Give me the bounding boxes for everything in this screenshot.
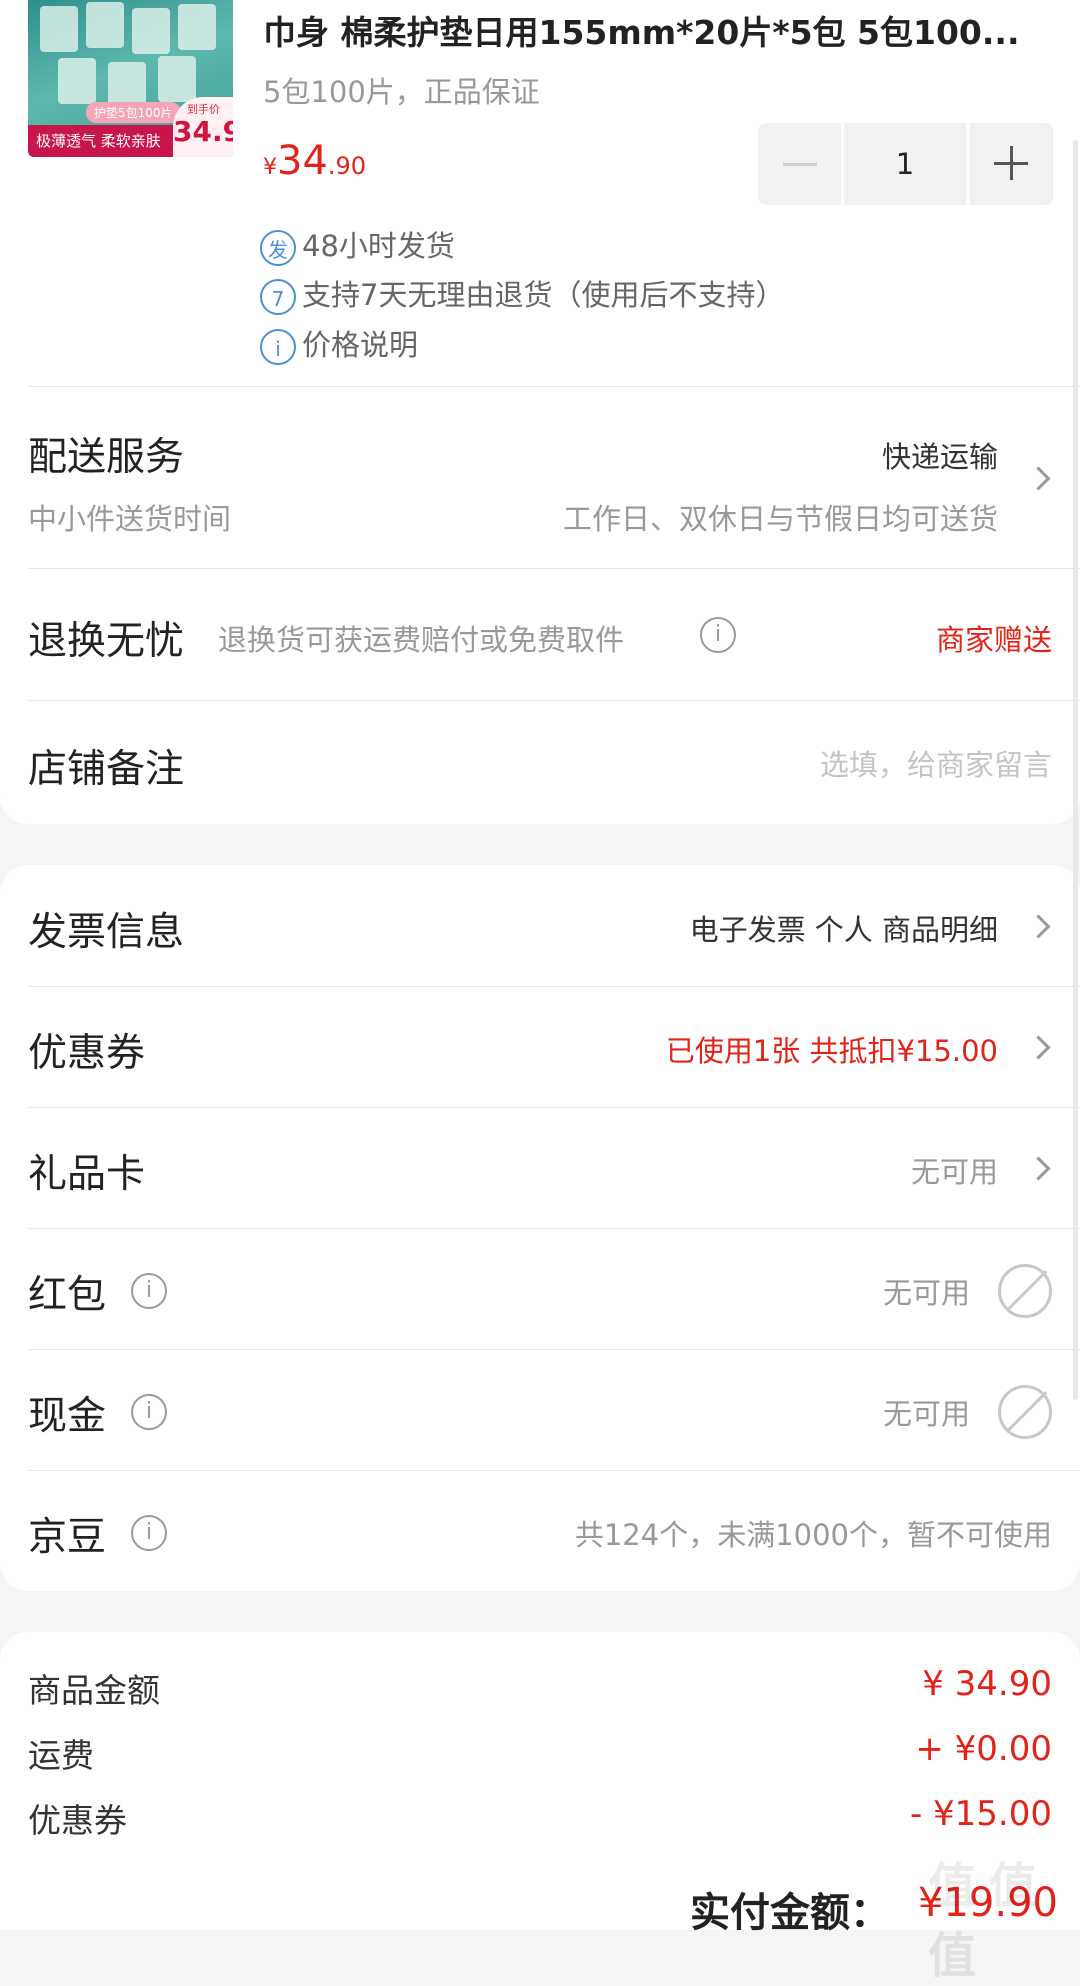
info-icon: i — [260, 329, 296, 365]
delivery-sub-label: 中小件送货时间 — [28, 502, 232, 536]
gift-card-label: 礼品卡 — [28, 1152, 146, 1197]
invoice-label: 发票信息 — [28, 910, 185, 955]
cash-label: 现金 — [28, 1394, 107, 1439]
product-price: ¥34.90 — [263, 138, 367, 184]
coupon-value[interactable]: 已使用1张 共抵扣¥15.00 — [666, 1028, 998, 1070]
store-note-label: 店铺备注 — [28, 747, 185, 792]
red-packet-value: 无可用 — [882, 1276, 970, 1310]
store-note-input[interactable]: 选填，给商家留言 — [820, 742, 1052, 784]
chevron-right-icon[interactable] — [1026, 1156, 1051, 1181]
summary-label: 优惠券 — [28, 1801, 127, 1840]
product-subtitle: 5包100片，正品保证 — [263, 75, 540, 109]
return-worry-free-value[interactable]: 商家赠送 — [936, 617, 1052, 659]
chevron-right-icon[interactable] — [1026, 914, 1051, 939]
info-icon[interactable]: i — [700, 617, 736, 653]
jd-beans-label: 京豆 — [28, 1515, 107, 1560]
image-pill-text: 护垫5包100片 — [86, 102, 181, 123]
chevron-right-icon[interactable] — [1026, 466, 1051, 491]
watermark: 值 值 值 — [928, 1858, 1037, 1984]
summary-label: 商品金额 — [28, 1671, 160, 1710]
image-price-tag: 到手价 34.9 — [173, 97, 233, 157]
increase-quantity-button[interactable] — [970, 123, 1053, 205]
jd-beans-value: 共124个，未满1000个，暂不可使用 — [574, 1518, 1052, 1552]
payment-options-card: 发票信息 电子发票 个人 商品明细 优惠券 已使用1张 共抵扣¥15.00 礼品… — [0, 865, 1080, 1591]
info-icon[interactable]: i — [131, 1515, 167, 1551]
coupon-label: 优惠券 — [28, 1031, 146, 1076]
decrease-quantity-button[interactable] — [758, 123, 841, 205]
product-title[interactable]: 巾身 棉柔护垫日用155mm*20片*5包 5包100... — [263, 6, 1053, 54]
chevron-right-icon[interactable] — [1026, 1035, 1051, 1060]
unavailable-icon — [998, 1385, 1052, 1439]
quantity-value[interactable]: 1 — [844, 123, 966, 205]
info-icon[interactable]: i — [131, 1273, 167, 1309]
scrollbar[interactable] — [1073, 140, 1078, 1400]
service-item-price-note[interactable]: i 价格说明 — [260, 322, 418, 365]
delivery-label: 配送服务 — [28, 435, 185, 480]
service-item-return: 7 支持7天无理由退货（使用后不支持） — [260, 272, 784, 315]
image-bar-text: 极薄透气 柔软亲肤 — [28, 125, 178, 157]
gift-card-value[interactable]: 无可用 — [911, 1149, 998, 1191]
return-worry-free-label: 退换无忧 — [28, 619, 185, 664]
product-card: 护垫5包100片 极薄透气 柔软亲肤 到手价 34.9 巾身 棉柔护垫日用155m… — [0, 0, 1080, 824]
ship-icon: 发 — [260, 230, 296, 266]
delivery-sub-value: 工作日、双休日与节假日均可送货 — [562, 502, 998, 536]
red-packet-label: 红包 — [28, 1273, 107, 1318]
cash-value: 无可用 — [882, 1397, 970, 1431]
return-worry-free-desc: 退换货可获运费赔付或免费取件 — [218, 623, 625, 657]
summary-value: ¥ 34.90 — [922, 1664, 1052, 1704]
product-image[interactable]: 护垫5包100片 极薄透气 柔软亲肤 到手价 34.9 — [28, 0, 233, 157]
seven-day-return-icon: 7 — [260, 279, 296, 315]
total-label: 实付金额： — [690, 1890, 890, 1936]
invoice-value[interactable]: 电子发票 个人 商品明细 — [690, 907, 998, 949]
info-icon[interactable]: i — [131, 1394, 167, 1430]
service-item-shipping: 发 48小时发货 — [260, 223, 455, 266]
summary-value: - ¥15.00 — [909, 1794, 1052, 1834]
unavailable-icon — [998, 1264, 1052, 1318]
summary-label: 运费 — [28, 1736, 94, 1775]
delivery-method[interactable]: 快递运输 — [882, 434, 998, 476]
summary-value: + ¥0.00 — [915, 1729, 1052, 1769]
